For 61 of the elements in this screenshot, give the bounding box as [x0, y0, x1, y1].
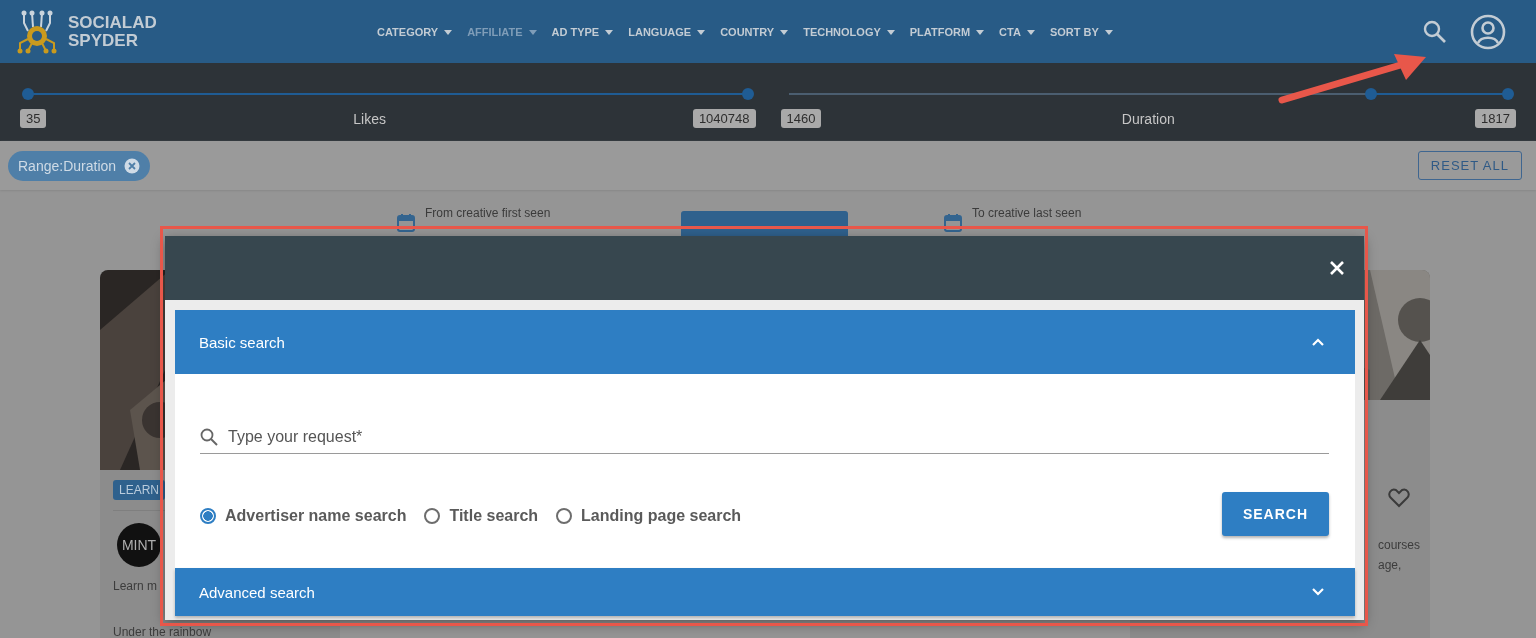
- filter-chip[interactable]: Range:Duration: [8, 150, 151, 181]
- nav-dropdown[interactable]: PLATFORM: [909, 25, 986, 38]
- min-value: 35: [20, 109, 47, 128]
- remove-icon[interactable]: [124, 157, 141, 174]
- reset-all-button[interactable]: RESET ALL: [1417, 151, 1522, 180]
- caret-icon: [885, 27, 896, 36]
- heart-icon[interactable]: [1388, 488, 1410, 508]
- close-icon[interactable]: [1329, 260, 1345, 276]
- slider-thumb[interactable]: [741, 88, 754, 100]
- range-slider[interactable]: [22, 88, 754, 100]
- search-button[interactable]: SEARCH: [1222, 492, 1329, 536]
- logo-text: SPYDER: [68, 31, 139, 50]
- date-label: From creative first seen: [425, 206, 551, 220]
- slider-label: Likes: [353, 110, 386, 127]
- slider-thumb[interactable]: [1502, 88, 1514, 100]
- search-icon: [200, 427, 218, 446]
- nav-dropdown[interactable]: LANGUAGE: [628, 25, 707, 38]
- calendar-icon[interactable]: [397, 213, 415, 232]
- cta-badge: LEARN: [113, 480, 165, 500]
- search-icon[interactable]: [1422, 18, 1448, 45]
- nav-dropdown[interactable]: AD TYPE: [551, 25, 615, 38]
- chevron-icon: [1311, 337, 1325, 347]
- logo-text: SOCIALAD: [68, 13, 157, 32]
- card-text: Under the rainbow: [113, 625, 212, 638]
- brand-avatar: MINT: [117, 523, 161, 567]
- card-text: age,: [1378, 558, 1402, 572]
- caret-icon: [1025, 27, 1036, 36]
- nav-dropdown[interactable]: CATEGORY: [377, 25, 454, 38]
- date-label: To creative last seen: [972, 206, 1082, 220]
- slider-label: Duration: [1121, 110, 1175, 127]
- min-value: 1460: [780, 109, 822, 128]
- nav-dropdown[interactable]: CTA: [999, 25, 1036, 38]
- nav-dropdown[interactable]: TECHNOLOGY: [803, 25, 896, 38]
- card-text: courses: [1378, 538, 1421, 552]
- card-text: Learn m: [113, 579, 158, 593]
- chevron-icon: [1311, 587, 1325, 597]
- search-input-field[interactable]: Type your request*: [226, 426, 1329, 447]
- accordion-header[interactable]: Advanced search: [175, 568, 1355, 616]
- caret-icon: [1103, 27, 1114, 36]
- radio-option[interactable]: Title search: [424, 506, 539, 525]
- nav-dropdown[interactable]: COUNTRY: [720, 25, 790, 38]
- radio-option[interactable]: Landing page search: [556, 506, 742, 525]
- max-value: 1817: [1475, 109, 1516, 128]
- radio-button[interactable]: [556, 507, 573, 524]
- radio-option[interactable]: Advertiser name search: [200, 506, 407, 525]
- caret-icon: [975, 27, 986, 36]
- radio-button[interactable]: [200, 507, 216, 524]
- caret-icon: [604, 27, 615, 36]
- max-value: 1040748: [692, 109, 756, 128]
- accordion-header[interactable]: Basic search: [175, 310, 1355, 374]
- radio-button[interactable]: [424, 507, 441, 524]
- nav-dropdown[interactable]: SORT BY: [1049, 25, 1114, 38]
- user-account-icon[interactable]: [1470, 13, 1506, 50]
- spider-logo-icon[interactable]: [16, 8, 58, 55]
- slider-thumb[interactable]: [22, 88, 34, 100]
- calendar-icon[interactable]: [944, 213, 962, 232]
- slider-thumb[interactable]: [1365, 88, 1378, 100]
- caret-icon: [527, 27, 538, 36]
- caret-icon: [696, 27, 707, 36]
- caret-icon: [443, 27, 454, 36]
- caret-icon: [779, 27, 790, 36]
